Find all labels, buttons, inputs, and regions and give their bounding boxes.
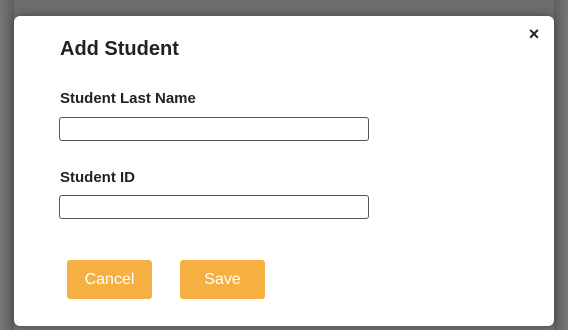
- save-button[interactable]: Save: [180, 260, 265, 299]
- student-last-name-label: Student Last Name: [60, 90, 196, 107]
- dialog-title: Add Student: [60, 38, 179, 60]
- close-icon[interactable]: ×: [526, 25, 542, 43]
- student-id-input[interactable]: [59, 195, 369, 219]
- modal-overlay-right: [554, 0, 568, 330]
- student-id-label: Student ID: [60, 169, 135, 186]
- modal-overlay-left: [0, 0, 14, 330]
- cancel-button[interactable]: Cancel: [67, 260, 152, 299]
- modal-overlay-top: [0, 0, 568, 16]
- add-student-dialog: × Add Student Student Last Name Student …: [14, 16, 554, 326]
- student-last-name-input[interactable]: [59, 117, 369, 141]
